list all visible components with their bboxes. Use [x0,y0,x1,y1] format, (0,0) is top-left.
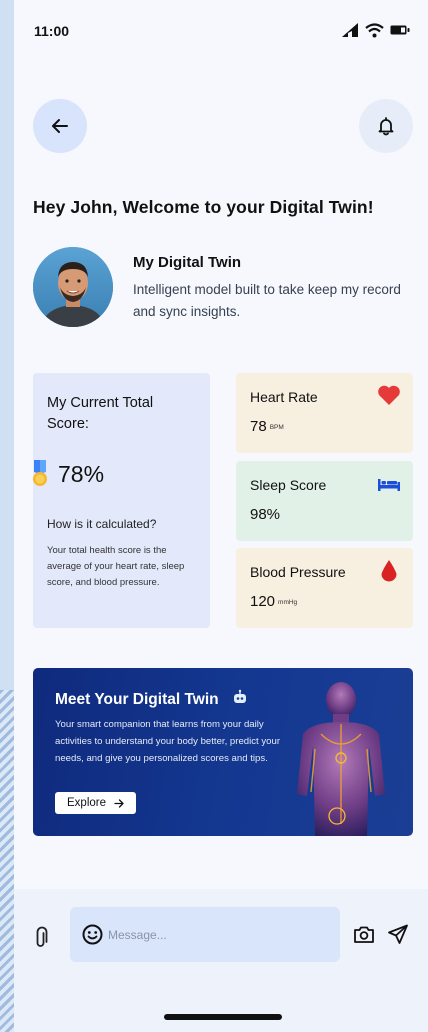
medal-icon [33,460,47,486]
explore-button[interactable]: Explore [55,792,136,814]
sleep-score-label: Sleep Score [250,477,327,493]
avatar [33,247,113,327]
score-title: My Current Total Score: [47,395,154,432]
smiley-icon[interactable] [82,924,103,945]
blood-pressure-value: 120 mmHg [250,593,297,610]
avatar-photo [33,247,113,327]
banner-description: Your smart companion that learns from yo… [55,719,281,764]
total-score-card[interactable]: My Current Total Score: How is it calcul… [33,373,210,628]
blood-drop-icon [381,560,397,582]
status-bar: 11:00 [14,0,428,62]
score-value: 78% [58,461,105,487]
blood-pressure-label: Blood Pressure [250,564,346,580]
message-input[interactable] [108,920,328,950]
heart-rate-card[interactable]: Heart Rate 78 BPM [236,373,413,453]
wifi-icon [365,22,384,37]
sleep-score-value: 98% [250,506,281,523]
how-calculated-description: Your total health score is the average o… [47,545,185,588]
digital-twin-banner: Meet Your Digital Twin Your smart compan… [33,668,413,836]
send-icon[interactable] [387,924,409,945]
robot-icon [234,689,246,703]
heart-rate-label: Heart Rate [250,389,318,405]
blood-pressure-unit: mmHg [278,598,298,606]
battery-icon [390,25,410,35]
phone-screen: 11:00 Hey John, Welcome to your Digital … [14,0,428,1032]
page-greeting: Hey John, Welcome to your Digital Twin! [33,197,374,217]
heart-rate-value: 78 BPM [250,418,284,435]
bed-icon [378,479,400,491]
blood-pressure-card[interactable]: Blood Pressure 120 mmHg [236,548,413,628]
signal-icon [342,23,358,37]
explore-button-label: Explore [67,797,106,809]
status-time: 11:00 [34,23,70,39]
heart-rate-unit: BPM [269,423,284,431]
arrow-right-icon [114,798,124,808]
arrow-left-icon [52,119,68,133]
heart-icon [378,385,400,405]
heart-rate-number: 78 [250,418,267,435]
twin-description: Intelligent model built to take keep my … [133,282,401,319]
bell-icon [378,117,394,136]
message-box[interactable] [70,907,340,962]
paperclip-icon[interactable] [35,926,49,948]
twin-title: My Digital Twin [133,254,242,271]
back-button[interactable] [33,99,87,153]
status-icons [341,22,410,38]
digital-twin-figure [297,682,385,836]
sleep-score-card[interactable]: Sleep Score 98% [236,461,413,541]
how-calculated-title: How is it calculated? [47,517,157,531]
home-indicator [164,1014,282,1020]
blood-pressure-number: 120 [250,593,276,610]
camera-icon[interactable] [353,925,375,944]
banner-title: Meet Your Digital Twin [55,691,219,708]
notifications-button[interactable] [359,99,413,153]
